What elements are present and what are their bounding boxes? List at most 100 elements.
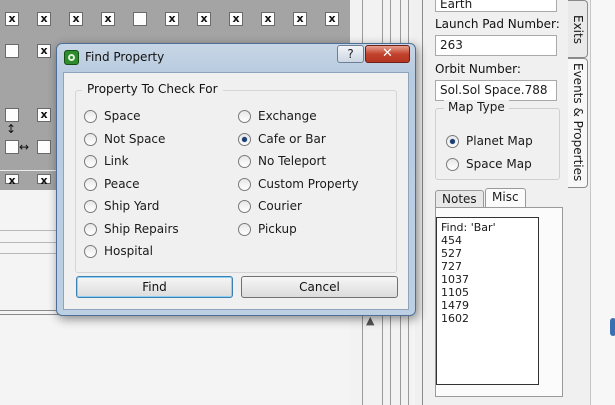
map-cell[interactable]	[133, 12, 147, 26]
map-cell[interactable]: x	[197, 12, 211, 26]
planet-map-radio[interactable]: Planet Map	[446, 133, 533, 149]
map-type-legend: Map Type	[444, 100, 509, 114]
pickup-radio[interactable]: Pickup	[238, 221, 297, 237]
app-icon	[64, 50, 79, 65]
courier-label: Courier	[258, 199, 302, 213]
help-button[interactable]: ?	[337, 45, 364, 63]
radio-dot-icon[interactable]	[84, 109, 97, 123]
custom-property-radio[interactable]: Custom Property	[238, 176, 359, 192]
map-type-group: Map Type Planet Map Space Map	[435, 100, 560, 180]
divider	[0, 230, 56, 231]
horizontal-link-arrow-icon: ↔	[19, 140, 30, 154]
cancel-button[interactable]: Cancel	[241, 276, 398, 298]
map-cell[interactable]	[5, 108, 19, 122]
radio-dot-icon[interactable]	[446, 157, 459, 171]
map-cell[interactable]	[37, 140, 51, 154]
space-map-label: Space Map	[466, 157, 532, 171]
tab-exits-label: Exits	[571, 15, 585, 44]
launch-pad-field[interactable]: 263	[435, 35, 557, 56]
property-group-legend: Property To Check For	[82, 82, 223, 96]
map-cell[interactable]	[5, 140, 19, 154]
radio-dot-icon[interactable]	[84, 154, 97, 168]
map-cell[interactable]: x	[37, 174, 51, 187]
close-button[interactable]: ✕	[365, 45, 410, 63]
list-item: 1479	[441, 299, 469, 312]
courier-radio[interactable]: Courier	[238, 198, 302, 214]
list-item: 1602	[441, 312, 469, 325]
not-space-radio[interactable]: Not Space	[84, 131, 165, 147]
list-item: 527	[441, 247, 462, 260]
map-cell[interactable]: x	[69, 12, 83, 26]
radio-dot-icon[interactable]	[84, 244, 97, 258]
map-cell[interactable]: x	[325, 12, 339, 26]
name-field[interactable]: Earth	[435, 0, 557, 12]
map-cell[interactable]: x	[37, 12, 51, 26]
ship-repairs-label: Ship Repairs	[104, 222, 179, 236]
map-cell[interactable]: x	[293, 12, 307, 26]
radio-dot-icon[interactable]	[238, 222, 251, 236]
misc-results-list[interactable]: Find: 'Bar' 454 527 727 1037 1105 1479 1…	[436, 217, 539, 385]
map-cell[interactable]: x	[165, 12, 179, 26]
map-cell[interactable]: x	[229, 12, 243, 26]
hospital-label: Hospital	[104, 244, 153, 258]
list-item: 727	[441, 260, 462, 273]
list-item: Find: 'Bar'	[441, 221, 496, 234]
list-item: 1105	[441, 286, 469, 299]
link-radio[interactable]: Link	[84, 153, 129, 169]
orbit-label: Orbit Number:	[435, 62, 521, 76]
property-group: Property To Check For Space Not Space Li…	[75, 82, 397, 273]
dialog-client-area: Property To Check For Space Not Space Li…	[63, 72, 409, 310]
radio-dot-icon[interactable]	[446, 134, 459, 148]
divider	[0, 253, 56, 254]
no-teleport-label: No Teleport	[258, 154, 327, 168]
scroll-thumb[interactable]	[610, 318, 615, 336]
exchange-radio[interactable]: Exchange	[238, 108, 317, 124]
radio-dot-icon[interactable]	[84, 132, 97, 146]
custom-property-label: Custom Property	[258, 177, 359, 191]
list-item: 1037	[441, 273, 469, 286]
radio-dot-icon[interactable]	[84, 222, 97, 236]
dialog-title: Find Property	[85, 50, 165, 64]
not-space-label: Not Space	[104, 132, 166, 146]
ship-yard-radio[interactable]: Ship Yard	[84, 198, 159, 214]
orbit-field[interactable]: Sol.Sol Space.788	[435, 80, 557, 101]
exchange-label: Exchange	[258, 109, 317, 123]
cafe-or-bar-label: Cafe or Bar	[258, 132, 326, 146]
map-cell[interactable]: x	[5, 174, 19, 187]
map-cell[interactable]: x	[5, 12, 19, 26]
launch-pad-label: Launch Pad Number:	[435, 17, 560, 31]
cafe-or-bar-radio[interactable]: Cafe or Bar	[238, 131, 326, 147]
divider	[0, 242, 56, 243]
find-button[interactable]: Find	[76, 276, 233, 298]
pickup-label: Pickup	[258, 222, 297, 236]
space-map-radio[interactable]: Space Map	[446, 156, 532, 172]
ship-yard-label: Ship Yard	[104, 199, 160, 213]
side-tab-strip: Exits Events & Properties	[568, 0, 590, 190]
ship-repairs-radio[interactable]: Ship Repairs	[84, 221, 179, 237]
no-teleport-radio[interactable]: No Teleport	[238, 153, 326, 169]
map-cell[interactable]: x	[261, 12, 275, 26]
peace-radio[interactable]: Peace	[84, 176, 140, 192]
dialog-title-bar[interactable]: Find Property ? ✕	[57, 44, 415, 70]
tab-events-properties[interactable]: Events & Properties	[568, 58, 588, 188]
radio-dot-icon[interactable]	[238, 109, 251, 123]
space-label: Space	[104, 109, 141, 123]
map-cell[interactable]: x	[101, 12, 115, 26]
map-cell[interactable]: x	[37, 44, 51, 58]
radio-dot-icon[interactable]	[238, 177, 251, 191]
map-cell[interactable]	[5, 44, 19, 58]
hospital-radio[interactable]: Hospital	[84, 243, 153, 259]
planet-map-label: Planet Map	[466, 134, 533, 148]
tab-misc[interactable]: Misc	[485, 188, 526, 209]
radio-dot-icon[interactable]	[238, 199, 251, 213]
space-radio[interactable]: Space	[84, 108, 141, 124]
radio-dot-icon[interactable]	[84, 199, 97, 213]
radio-dot-icon[interactable]	[238, 132, 251, 146]
tab-exits[interactable]: Exits	[568, 0, 588, 58]
radio-dot-icon[interactable]	[84, 177, 97, 191]
tab-notes[interactable]: Notes	[435, 190, 484, 208]
map-cell[interactable]: x	[37, 108, 51, 122]
right-edge-panel	[590, 0, 615, 405]
radio-dot-icon[interactable]	[238, 154, 251, 168]
tab-events-properties-label: Events & Properties	[571, 63, 585, 182]
